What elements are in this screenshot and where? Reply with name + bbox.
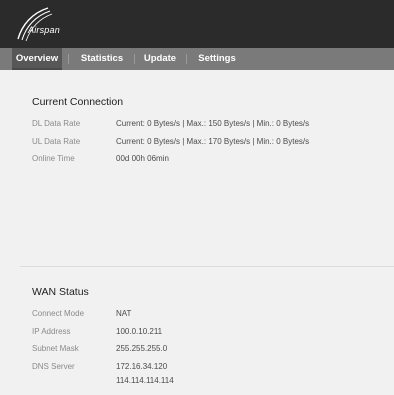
section-divider (20, 266, 394, 267)
airspan-logo[interactable]: Airspan (14, 5, 84, 43)
ul-data-rate-label: UL Data Rate (32, 137, 81, 146)
connect-mode-label: Connect Mode (32, 309, 85, 318)
connect-mode-value: NAT (116, 309, 132, 318)
tab-update[interactable]: Update (140, 48, 180, 70)
tab-separator (134, 54, 135, 64)
swoosh-icon (17, 7, 53, 42)
header-bar: Airspan (0, 0, 394, 48)
tab-overview[interactable]: Overview (12, 48, 62, 70)
brand-name: Airspan (28, 25, 60, 35)
wan-status-title: WAN Status (32, 286, 89, 298)
ip-address-label: IP Address (32, 327, 71, 336)
dl-data-rate-label: DL Data Rate (32, 119, 81, 128)
tab-settings[interactable]: Settings (194, 48, 240, 70)
dns-server-secondary-value: 114.114.114.114 (116, 376, 174, 385)
tab-statistics[interactable]: Statistics (76, 48, 128, 70)
subnet-mask-label: Subnet Mask (32, 344, 79, 353)
main-nav: Overview Statistics Update Settings (0, 48, 394, 70)
dns-server-primary-value: 172.16.34.120 (116, 362, 168, 371)
router-admin-page: Airspan Overview Statistics Update Setti… (0, 0, 394, 395)
ul-data-rate-value: Current: 0 Bytes/s | Max.: 170 Bytes/s |… (116, 137, 310, 146)
tab-separator (186, 54, 187, 64)
dns-server-label: DNS Server (32, 362, 75, 371)
tab-separator (68, 54, 69, 64)
online-time-value: 00d 00h 06min (116, 154, 169, 163)
subnet-mask-value: 255.255.255.0 (116, 344, 168, 353)
online-time-label: Online Time (32, 154, 75, 163)
current-connection-title: Current Connection (32, 96, 124, 108)
dl-data-rate-value: Current: 0 Bytes/s | Max.: 150 Bytes/s |… (116, 119, 310, 128)
ip-address-value: 100.0.10.211 (116, 327, 163, 336)
